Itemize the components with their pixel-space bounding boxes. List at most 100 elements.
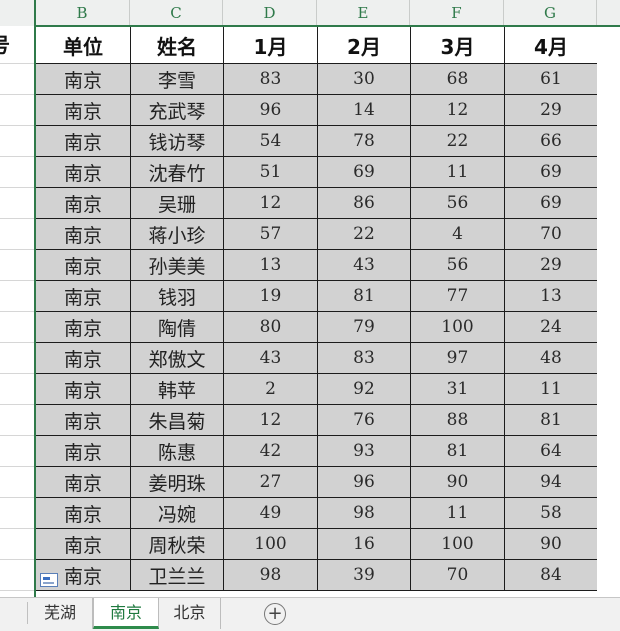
header-cell-apr[interactable]: 4月 [504,26,598,64]
month-value-cell[interactable]: 100 [410,311,505,343]
name-cell[interactable]: 卫兰兰 [130,559,224,591]
name-cell[interactable]: 陶倩 [130,311,224,343]
month-value-cell[interactable]: 57 [223,218,318,250]
spreadsheet-area[interactable]: B C D E F G 号 单位 姓名 1月 2月 3月 4月 南京李雪8330… [0,0,620,597]
month-value-cell[interactable]: 96 [223,94,318,126]
column-header-e[interactable]: E [317,0,410,26]
column-a-cell[interactable] [0,467,35,498]
column-a-cell[interactable] [0,405,35,436]
column-header-d[interactable]: D [223,0,317,26]
name-cell[interactable]: 钱访琴 [130,125,224,157]
month-value-cell[interactable]: 11 [410,156,505,188]
sheet-tab-nanjing[interactable]: 南京 [93,598,159,629]
month-value-cell[interactable]: 43 [317,249,411,281]
month-value-cell[interactable]: 11 [410,497,505,529]
month-value-cell[interactable]: 51 [223,156,318,188]
name-cell[interactable]: 冯婉 [130,497,224,529]
name-cell[interactable]: 钱羽 [130,280,224,312]
month-value-cell[interactable]: 12 [223,187,318,219]
header-cell-feb[interactable]: 2月 [317,26,411,64]
name-cell[interactable]: 朱昌菊 [130,404,224,436]
month-value-cell[interactable]: 13 [504,280,598,312]
column-header-g[interactable]: G [504,0,597,26]
column-a-cell[interactable] [0,436,35,467]
unit-cell[interactable]: 南京 [35,528,131,560]
month-value-cell[interactable]: 12 [223,404,318,436]
column-a-cell[interactable] [0,343,35,374]
name-cell[interactable]: 周秋荣 [130,528,224,560]
header-cell-unit[interactable]: 单位 [35,26,131,64]
header-cell-jan[interactable]: 1月 [223,26,318,64]
month-value-cell[interactable]: 83 [317,342,411,374]
unit-cell[interactable]: 南京 [35,249,131,281]
month-value-cell[interactable]: 81 [504,404,598,436]
month-value-cell[interactable]: 12 [410,94,505,126]
month-value-cell[interactable]: 58 [504,497,598,529]
month-value-cell[interactable]: 19 [223,280,318,312]
month-value-cell[interactable]: 98 [223,559,318,591]
sheet-tab-wuhu[interactable]: 芜湖 [28,598,93,629]
column-header-b[interactable]: B [35,0,130,26]
month-value-cell[interactable]: 69 [504,156,598,188]
name-cell[interactable]: 孙美美 [130,249,224,281]
month-value-cell[interactable]: 69 [317,156,411,188]
month-value-cell[interactable]: 84 [504,559,598,591]
column-a-cell[interactable] [0,250,35,281]
month-value-cell[interactable]: 90 [410,466,505,498]
column-a-cell[interactable] [0,312,35,343]
month-value-cell[interactable]: 22 [410,125,505,157]
month-value-cell[interactable]: 2 [223,373,318,405]
month-value-cell[interactable]: 68 [410,63,505,95]
month-value-cell[interactable]: 93 [317,435,411,467]
name-cell[interactable]: 吴珊 [130,187,224,219]
month-value-cell[interactable]: 77 [410,280,505,312]
name-cell[interactable]: 韩苹 [130,373,224,405]
name-cell[interactable]: 李雪 [130,63,224,95]
header-cell-name[interactable]: 姓名 [130,26,224,64]
month-value-cell[interactable]: 4 [410,218,505,250]
unit-cell[interactable]: 南京 [35,466,131,498]
column-header-f[interactable]: F [410,0,504,26]
month-value-cell[interactable]: 69 [504,187,598,219]
unit-cell[interactable]: 南京 [35,125,131,157]
column-a-cell[interactable] [0,64,35,95]
column-h-partial[interactable] [597,26,620,597]
quick-analysis-icon[interactable] [40,573,58,587]
unit-cell[interactable]: 南京 [35,311,131,343]
month-value-cell[interactable]: 92 [317,373,411,405]
month-value-cell[interactable]: 14 [317,94,411,126]
unit-cell[interactable]: 南京 [35,94,131,126]
month-value-cell[interactable]: 97 [410,342,505,374]
name-cell[interactable]: 郑傲文 [130,342,224,374]
month-value-cell[interactable]: 56 [410,187,505,219]
unit-cell[interactable]: 南京 [35,187,131,219]
column-a-cell[interactable] [0,95,35,126]
plus-circle-icon[interactable]: + [264,603,286,625]
month-value-cell[interactable]: 56 [410,249,505,281]
unit-cell[interactable]: 南京 [35,373,131,405]
month-value-cell[interactable]: 64 [504,435,598,467]
month-value-cell[interactable]: 49 [223,497,318,529]
month-value-cell[interactable]: 42 [223,435,318,467]
month-value-cell[interactable]: 29 [504,249,598,281]
unit-cell[interactable]: 南京 [35,497,131,529]
month-value-cell[interactable]: 30 [317,63,411,95]
month-value-cell[interactable]: 66 [504,125,598,157]
unit-cell[interactable]: 南京 [35,404,131,436]
column-a-cell[interactable] [0,498,35,529]
month-value-cell[interactable]: 70 [504,218,598,250]
month-value-cell[interactable]: 39 [317,559,411,591]
column-a-cell[interactable] [0,126,35,157]
unit-cell[interactable]: 南京 [35,218,131,250]
month-value-cell[interactable]: 79 [317,311,411,343]
column-a-cell[interactable] [0,374,35,405]
month-value-cell[interactable]: 22 [317,218,411,250]
column-header-c[interactable]: C [130,0,223,26]
name-cell[interactable]: 姜明珠 [130,466,224,498]
month-value-cell[interactable]: 96 [317,466,411,498]
column-a-cell[interactable] [0,157,35,188]
column-a-cell[interactable] [0,219,35,250]
unit-cell[interactable]: 南京 [35,156,131,188]
name-cell[interactable]: 陈惠 [130,435,224,467]
column-a-cell[interactable] [0,529,35,560]
